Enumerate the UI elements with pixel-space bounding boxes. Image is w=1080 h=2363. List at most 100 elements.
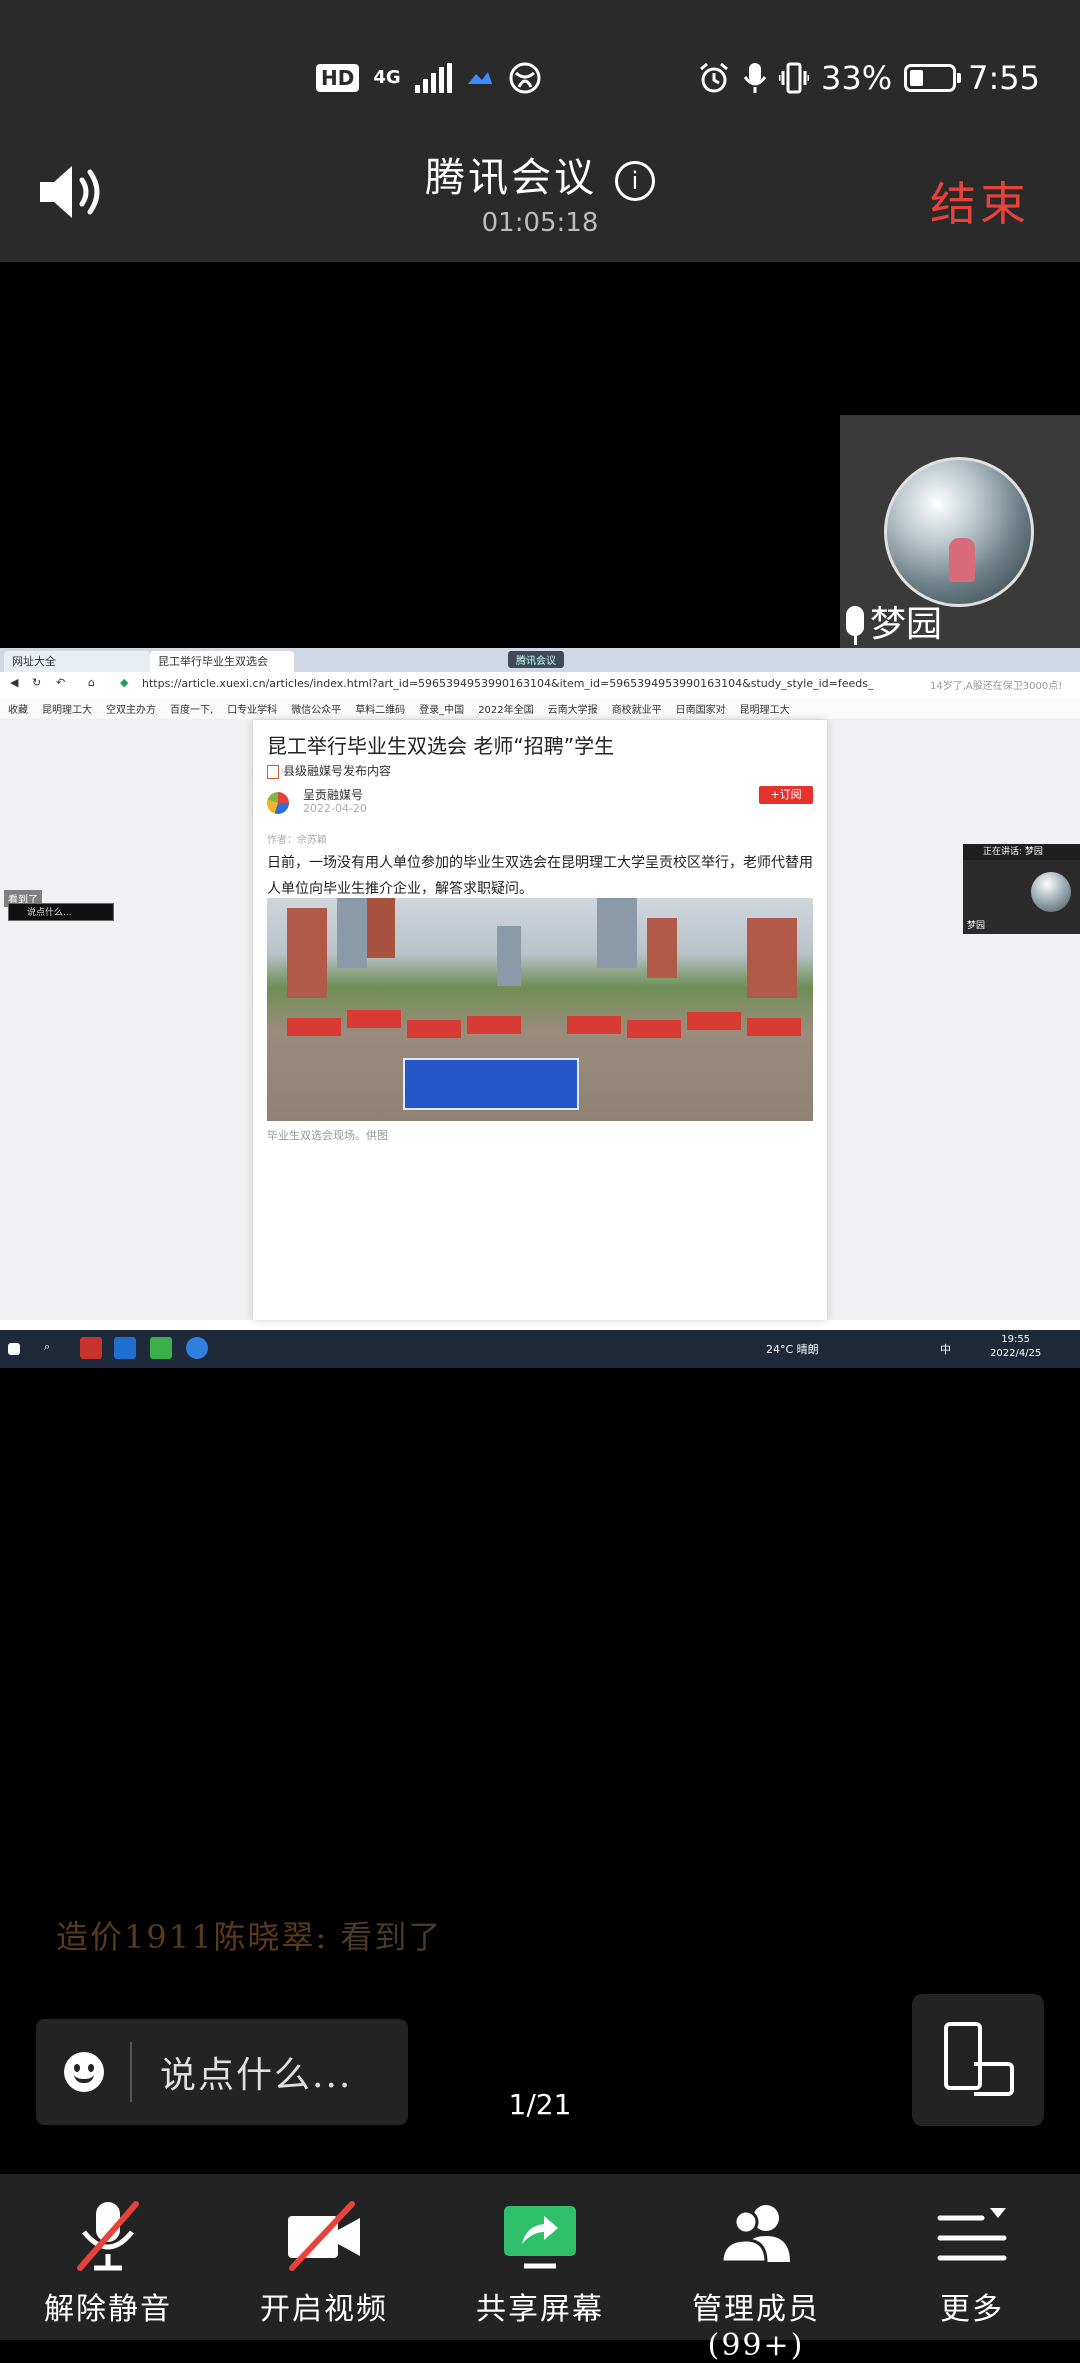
article-photo — [267, 898, 813, 1121]
mini-avatar — [1031, 872, 1071, 912]
members-icon — [720, 2205, 790, 2264]
mic-on-icon — [846, 606, 864, 645]
taskbar-clock[interactable]: 19:55 2022/4/25 — [990, 1333, 1041, 1361]
more-label: 更多 — [940, 2292, 1004, 2327]
browser-address-bar: ◀ ↻ ↶ ⌂ ◆ https://article.xuexi.cn/artic… — [0, 672, 1080, 699]
browser-tab[interactable]: 网址大全 — [4, 651, 150, 672]
publisher-name: 呈贡融媒号 — [303, 788, 364, 802]
article-card: 昆工举行毕业生双选会 老师“招聘”学生 县级融媒号发布内容 呈贡融媒号 2022… — [253, 720, 827, 1320]
bookmark-item[interactable]: 百度一下, — [170, 701, 213, 716]
video-off-icon — [288, 2201, 360, 2271]
chat-message: 造价1911陈晓翠: 看到了 — [56, 1912, 442, 1958]
taskbar-weather[interactable]: 24°C 晴朗 — [766, 1341, 819, 1357]
bottom-toolbar: 解除静音 开启视频 共享屏幕 管理成员(99+) 更多 — [0, 2174, 1080, 2363]
undo-icon[interactable]: ↶ — [56, 676, 65, 689]
emoji-icon[interactable] — [64, 2052, 104, 2092]
meeting-title: 腾讯会议 i — [0, 145, 1080, 203]
alarm-icon — [700, 62, 728, 93]
browser-tab-active[interactable]: 昆工举行毕业生双选会 — [150, 651, 294, 672]
vpn-icon — [509, 62, 541, 94]
secure-icon: ◆ — [120, 676, 129, 689]
home-icon[interactable]: ⌂ — [88, 676, 95, 689]
manage-members-label: 管理成员(99+) — [692, 2292, 820, 2363]
vibrate-icon — [779, 62, 810, 94]
bookmark-item[interactable]: 昆明理工大 — [740, 701, 790, 716]
share-screen-icon — [504, 2206, 576, 2269]
photos-icon[interactable] — [114, 1337, 136, 1359]
windows-start-icon[interactable] — [8, 1343, 20, 1355]
bookmark-item[interactable]: 口专业学科 — [227, 701, 277, 716]
manage-members-button[interactable]: 管理成员(99+) — [648, 2174, 864, 2363]
unmute-label: 解除静音 — [44, 2292, 172, 2327]
subscribe-button[interactable]: +订阅 — [759, 786, 813, 804]
start-video-label: 开启视频 — [260, 2292, 388, 2327]
wechat-icon[interactable] — [150, 1337, 172, 1359]
bookmark-item[interactable]: 登录_中国 — [419, 701, 464, 716]
status-bar: HD 4G 33% 7:55 — [0, 48, 1080, 108]
windows-taskbar: ⌕ 24°C 晴朗 中 19:55 2022/4/25 — [0, 1330, 1080, 1368]
clock: 7:55 — [968, 59, 1040, 97]
page-area: 昆工举行毕业生双选会 老师“招聘”学生 县级融媒号发布内容 呈贡融媒号 2022… — [0, 720, 1080, 1320]
battery-percent: 33% — [821, 59, 893, 97]
photo-banner — [403, 1058, 579, 1110]
more-menu-icon — [937, 2208, 1007, 2261]
photo-caption: 毕业生双选会现场。供图 — [267, 1129, 388, 1142]
chat-text: 看到了 — [340, 1918, 443, 1956]
article-author: 作者：佘苏颖 — [267, 835, 327, 846]
publish-date: 2022-04-20 — [303, 802, 367, 815]
bookmark-item[interactable]: 空双主办方 — [106, 701, 156, 716]
article-title: 昆工举行毕业生双选会 老师“招聘”学生 — [267, 734, 615, 758]
wps-icon[interactable] — [80, 1337, 102, 1359]
browser-tab-bar: 网址大全 昆工举行毕业生双选会 腾讯会议 — [0, 648, 1080, 672]
taskbar-time: 19:55 — [1001, 1334, 1031, 1345]
more-button[interactable]: 更多 — [864, 2174, 1080, 2340]
unmute-button[interactable]: 解除静音 — [0, 2174, 216, 2340]
hd-badge: HD — [316, 64, 360, 92]
mini-chat-input[interactable]: 说点什么... — [8, 903, 114, 921]
info-icon[interactable]: i — [615, 161, 655, 201]
bookmark-item[interactable]: 商校就业平 — [612, 701, 662, 716]
article-body: 日前，一场没有用人单位参加的毕业生双选会在昆明理工大学呈贡校区举行，老师代替用人… — [267, 855, 813, 897]
search-icon[interactable]: ⌕ — [44, 1340, 50, 1354]
refresh-icon[interactable]: ↻ — [32, 676, 41, 689]
status-right: 33% 7:55 — [697, 48, 1040, 108]
page-indicator: 1/21 — [508, 2088, 572, 2121]
signal-icon — [414, 63, 452, 93]
shared-screen[interactable]: 网址大全 昆工举行毕业生双选会 腾讯会议 ◀ ↻ ↶ ⌂ ◆ https://a… — [0, 648, 1080, 1368]
url-text[interactable]: https://article.xuexi.cn/articles/index.… — [142, 677, 874, 690]
publisher-logo — [267, 792, 289, 814]
bookmark-item[interactable]: 2022年全国 — [478, 701, 533, 716]
mic-muted-icon — [77, 2201, 139, 2271]
start-video-button[interactable]: 开启视频 — [216, 2174, 432, 2340]
share-screen-label: 共享屏幕 — [476, 2292, 604, 2327]
meeting-title-text: 腾讯会议 — [425, 155, 597, 201]
article-source: 县级融媒号发布内容 — [267, 762, 391, 779]
browser-icon[interactable] — [186, 1337, 208, 1359]
speaking-label: 正在讲话: 梦园 — [963, 844, 1080, 860]
article-source-text: 县级融媒号发布内容 — [283, 764, 392, 778]
end-meeting-button[interactable]: 结束 — [930, 168, 1030, 234]
doc-icon — [267, 764, 279, 779]
share-screen-button[interactable]: 共享屏幕 — [432, 2174, 648, 2340]
bookmark-item[interactable]: 昆明理工大 — [42, 701, 92, 716]
participant-avatar — [884, 457, 1034, 607]
bookmark-item[interactable]: 收藏 — [8, 701, 28, 716]
meeting-share-pill: 腾讯会议 — [508, 651, 564, 668]
back-icon[interactable]: ◀ — [10, 676, 18, 689]
bookmark-item[interactable]: 云南大学报 — [548, 701, 598, 716]
taskbar-date: 2022/4/25 — [990, 1348, 1042, 1359]
battery-icon — [904, 64, 962, 92]
mini-speaker-name: 梦园 — [967, 921, 986, 931]
participant-tile[interactable]: 梦园 — [840, 415, 1080, 655]
status-left: HD 4G — [316, 48, 542, 108]
bookmark-item[interactable]: 草料二维码 — [355, 701, 405, 716]
bookmark-item[interactable]: 微信公众平 — [291, 701, 341, 716]
bookmark-item[interactable]: 日南国家对 — [676, 701, 726, 716]
cloud-icon — [467, 72, 492, 84]
chat-sender: 造价1911陈晓翠: — [56, 1918, 329, 1956]
participant-name-row: 梦园 — [846, 595, 942, 647]
ime-indicator[interactable]: 中 — [940, 1341, 951, 1357]
search-hint[interactable]: 14岁了,A股还在保卫3000点! — [930, 677, 1062, 692]
mini-speaker-window[interactable]: 正在讲话: 梦园 梦园 — [963, 844, 1080, 934]
participant-name: 梦园 — [870, 604, 943, 645]
